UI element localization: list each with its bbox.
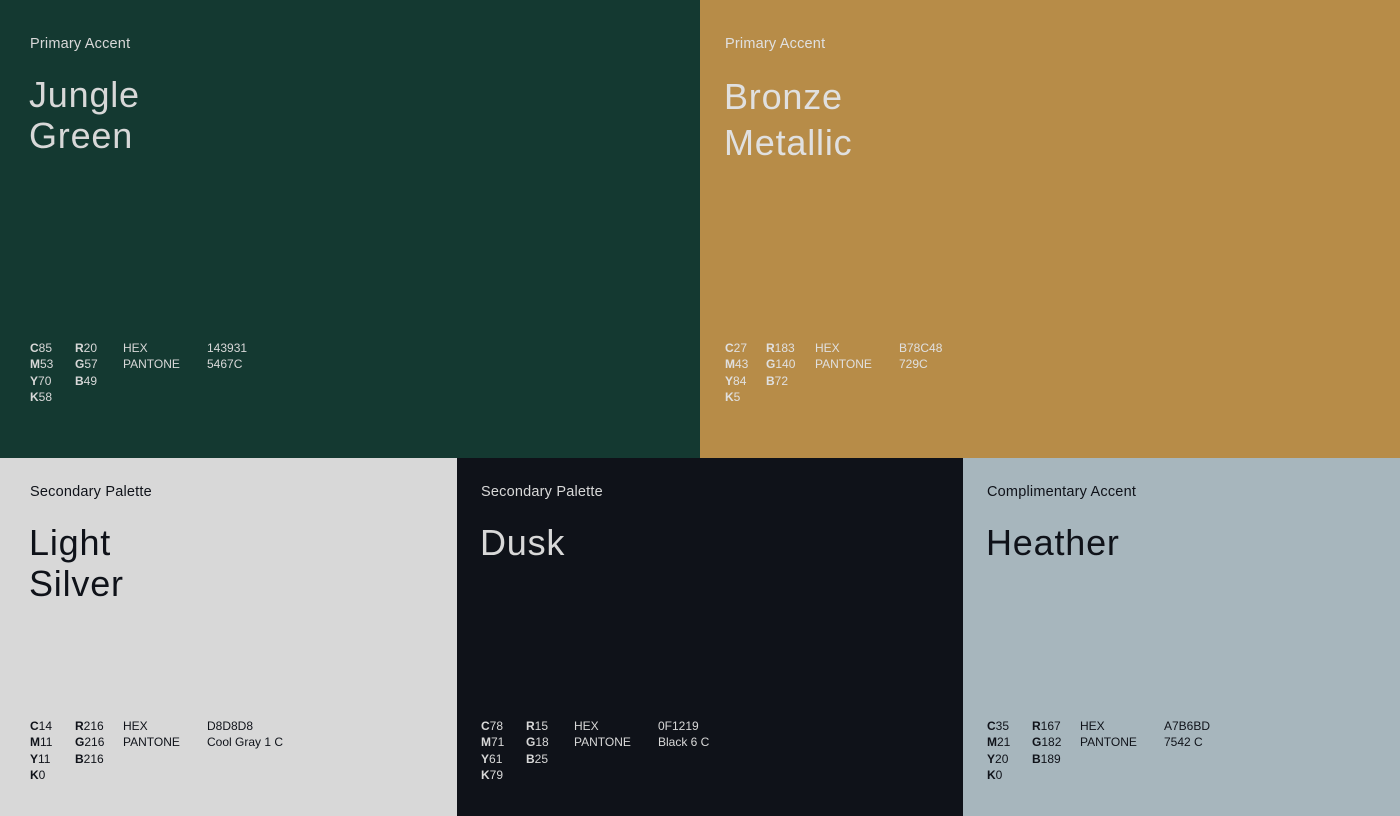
cmyk-k: K0 <box>987 767 1003 782</box>
cmyk-k: K79 <box>481 767 504 782</box>
rgb-values: R20 G57 B49 <box>75 340 98 389</box>
cmyk-y: Y11 <box>30 751 51 766</box>
rgb-g: G18 <box>526 735 549 750</box>
cmyk-m: M43 <box>725 357 749 372</box>
rgb-r: R167 <box>1032 719 1061 733</box>
swatch-title-line-2: Green <box>29 115 134 156</box>
code-labels: HEX PANTONE <box>574 718 631 751</box>
swatch-kicker: Primary Accent <box>30 36 131 52</box>
rgb-b: B72 <box>766 373 789 388</box>
rgb-values: R167 G182 B189 <box>1032 718 1061 767</box>
cmyk-m: M11 <box>30 735 53 750</box>
hex-label: HEX <box>123 341 148 355</box>
cmyk-m: M21 <box>987 735 1011 750</box>
swatch-heather: Complimentary Accent Heather C35 M21 Y20… <box>963 458 1400 816</box>
code-labels: HEX PANTONE <box>815 340 872 373</box>
code-labels: HEX PANTONE <box>123 340 180 373</box>
swatch-light-silver: Secondary Palette Light Silver C14 M11 Y… <box>0 458 457 816</box>
swatch-title: Bronze Metallic <box>724 74 852 166</box>
cmyk-values: C78 M71 Y61 K79 <box>481 718 504 783</box>
cmyk-k: K0 <box>30 767 46 782</box>
rgb-values: R15 G18 B25 <box>526 718 549 767</box>
cmyk-c: C35 <box>987 719 1010 733</box>
code-values: A7B6BD 7542 C <box>1164 718 1210 751</box>
swatch-kicker: Secondary Palette <box>481 484 603 500</box>
cmyk-values: C14 M11 Y11 K0 <box>30 718 52 783</box>
rgb-values: R183 G140 B72 <box>766 340 795 389</box>
cmyk-k: K5 <box>725 389 741 404</box>
hex-label: HEX <box>123 719 148 733</box>
rgb-r: R183 <box>766 341 795 355</box>
swatch-kicker: Primary Accent <box>725 36 826 52</box>
cmyk-y: Y84 <box>725 373 747 388</box>
swatch-title-line-1: Bronze <box>724 76 843 117</box>
rgb-r: R20 <box>75 341 98 355</box>
swatch-title: Jungle Green <box>29 74 140 156</box>
code-labels: HEX PANTONE <box>1080 718 1137 751</box>
pantone-value: 5467C <box>207 357 243 372</box>
swatch-dusk: Secondary Palette Dusk C78 M71 Y61 K79 R… <box>457 458 963 816</box>
swatch-jungle-green: Primary Accent Jungle Green C85 M53 Y70 … <box>0 0 700 458</box>
cmyk-m: M53 <box>30 357 54 372</box>
swatch-title-line-1: Heather <box>986 522 1120 563</box>
swatch-title: Dusk <box>480 522 565 563</box>
rgb-b: B216 <box>75 751 104 766</box>
cmyk-y: Y61 <box>481 751 503 766</box>
swatch-title-line-1: Light <box>29 522 112 563</box>
pantone-label: PANTONE <box>123 735 180 750</box>
swatch-title-line-2: Metallic <box>724 122 853 163</box>
rgb-g: G216 <box>75 735 105 750</box>
hex-value: B78C48 <box>899 341 943 355</box>
rgb-r: R15 <box>526 719 549 733</box>
code-values: 0F1219 Black 6 C <box>658 718 709 751</box>
cmyk-values: C35 M21 Y20 K0 <box>987 718 1010 783</box>
pantone-label: PANTONE <box>815 357 872 372</box>
code-labels: HEX PANTONE <box>123 718 180 751</box>
pantone-label: PANTONE <box>123 357 180 372</box>
cmyk-values: C85 M53 Y70 K58 <box>30 340 53 405</box>
rgb-r: R216 <box>75 719 104 733</box>
cmyk-c: C27 <box>725 341 748 355</box>
swatch-kicker: Secondary Palette <box>30 484 152 500</box>
swatch-title-line-1: Jungle <box>29 74 140 115</box>
hex-label: HEX <box>815 341 840 355</box>
code-values: D8D8D8 Cool Gray 1 C <box>207 718 283 751</box>
rgb-g: G182 <box>1032 735 1062 750</box>
cmyk-m: M71 <box>481 735 505 750</box>
code-values: B78C48 729C <box>899 340 942 373</box>
rgb-b: B189 <box>1032 751 1061 766</box>
cmyk-y: Y70 <box>30 373 52 388</box>
hex-value: D8D8D8 <box>207 719 254 733</box>
rgb-g: G140 <box>766 357 796 372</box>
code-values: 143931 5467C <box>207 340 247 373</box>
rgb-g: G57 <box>75 357 98 372</box>
pantone-label: PANTONE <box>574 735 631 750</box>
cmyk-k: K58 <box>30 389 53 404</box>
hex-value: 143931 <box>207 341 248 355</box>
cmyk-c: C78 <box>481 719 504 733</box>
cmyk-c: C85 <box>30 341 53 355</box>
pantone-value: Black 6 C <box>658 735 710 750</box>
hex-value: 0F1219 <box>658 719 699 733</box>
swatch-title: Heather <box>986 522 1120 563</box>
cmyk-y: Y20 <box>987 751 1009 766</box>
rgb-b: B25 <box>526 751 549 766</box>
swatch-title-line-1: Dusk <box>480 522 566 563</box>
cmyk-values: C27 M43 Y84 K5 <box>725 340 748 405</box>
pantone-label: PANTONE <box>1080 735 1137 750</box>
swatch-title: Light Silver <box>29 522 124 604</box>
cmyk-c: C14 <box>30 719 53 733</box>
hex-value: A7B6BD <box>1164 719 1211 733</box>
rgb-values: R216 G216 B216 <box>75 718 104 767</box>
swatch-kicker: Complimentary Accent <box>987 484 1137 500</box>
swatch-title-line-2: Silver <box>29 563 124 604</box>
hex-label: HEX <box>1080 719 1105 733</box>
pantone-value: Cool Gray 1 C <box>207 735 284 750</box>
rgb-b: B49 <box>75 373 98 388</box>
swatch-bronze-metallic: Primary Accent Bronze Metallic C27 M43 Y… <box>700 0 1400 458</box>
pantone-value: 729C <box>899 357 928 372</box>
pantone-value: 7542 C <box>1164 735 1203 750</box>
hex-label: HEX <box>574 719 599 733</box>
